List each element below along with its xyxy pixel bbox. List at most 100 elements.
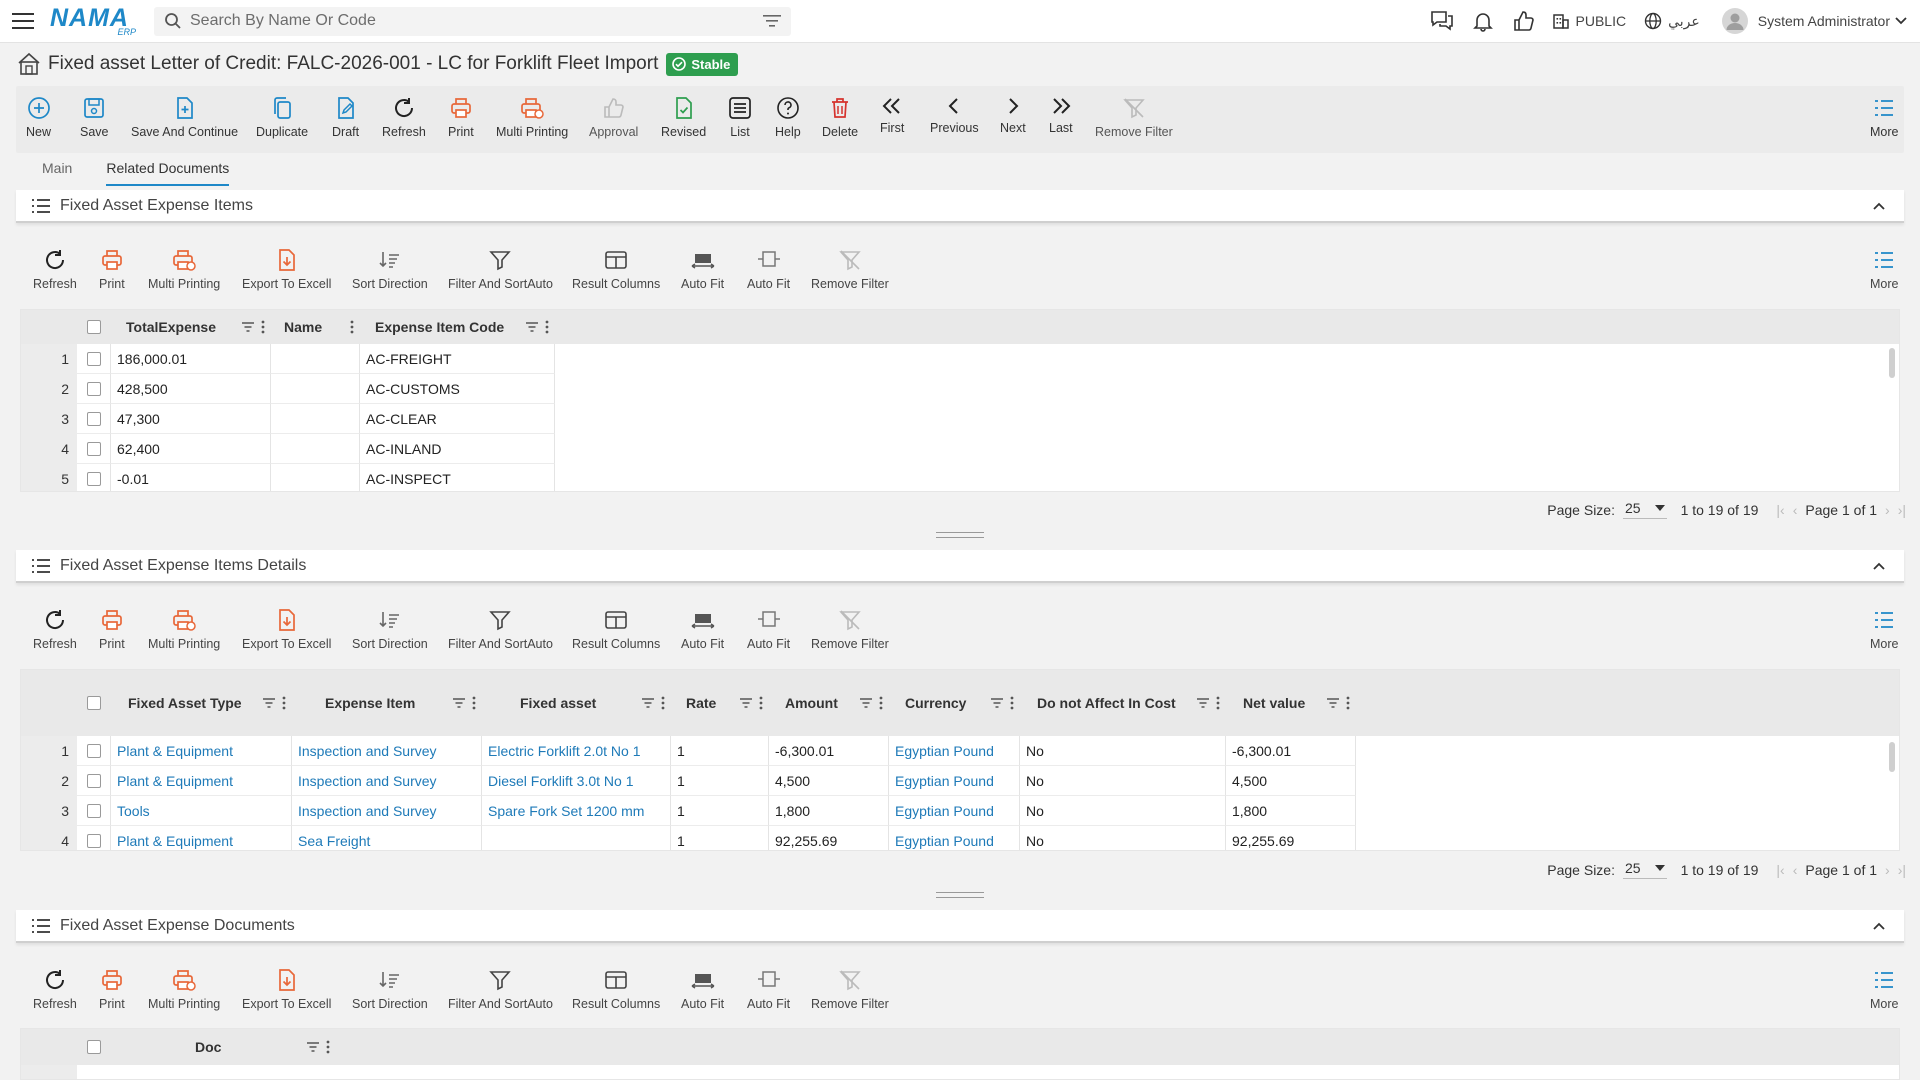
grid-autofit-button[interactable]: Auto Fit: [681, 968, 724, 1011]
table-row[interactable]: 4 Plant & Equipment Sea Freight 1 92,255…: [21, 826, 1899, 850]
list-button[interactable]: List: [728, 96, 752, 139]
last-page-icon[interactable]: ›|: [1898, 502, 1906, 518]
cell-expense-item[interactable]: Inspection and Survey: [292, 796, 482, 826]
section-expense-documents-header[interactable]: Fixed Asset Expense Documents: [16, 910, 1904, 943]
first-page-icon[interactable]: |‹: [1776, 862, 1784, 878]
grid-sort-button[interactable]: Sort Direction: [352, 968, 428, 1011]
cell-net-value[interactable]: 92,255.69: [1226, 826, 1356, 850]
row-checkbox[interactable]: [86, 803, 101, 818]
page-size-select[interactable]: 25: [1622, 500, 1667, 519]
grid-autofit-columns-button[interactable]: Auto Fit: [747, 248, 790, 291]
row-checkbox[interactable]: [86, 381, 101, 396]
cell-net-value[interactable]: -6,300.01: [1226, 736, 1356, 766]
logo[interactable]: NAMA ERP: [50, 5, 136, 37]
page-size-select[interactable]: 25: [1622, 860, 1667, 879]
cell-fixed-asset[interactable]: Electric Forklift 2.0t No 1: [482, 736, 671, 766]
filter-icon[interactable]: [641, 697, 655, 709]
cell-totalexpense[interactable]: 428,500: [111, 374, 271, 404]
grid-filter-button[interactable]: Filter And SortAuto: [448, 968, 553, 1011]
cell-currency[interactable]: Egyptian Pound: [889, 796, 1020, 826]
cell-do-not-affect-in-cost[interactable]: No: [1020, 826, 1226, 850]
print-button[interactable]: Print: [448, 96, 474, 139]
cell-totalexpense[interactable]: 186,000.01: [111, 344, 271, 374]
company-selector[interactable]: PUBLIC: [1552, 12, 1626, 30]
select-all-checkbox[interactable]: [87, 696, 101, 710]
cell-fixed-asset[interactable]: [482, 826, 671, 850]
revised-button[interactable]: Revised: [661, 96, 706, 139]
column-header-currency[interactable]: Currency: [889, 670, 1020, 736]
cell-name[interactable]: [271, 374, 360, 404]
cell-amount[interactable]: 4,500: [769, 766, 889, 796]
kebab-menu-icon[interactable]: [261, 320, 265, 334]
save-continue-button[interactable]: Save And Continue: [131, 96, 238, 139]
cell-rate[interactable]: 1: [671, 736, 769, 766]
grid-multi-printing-button[interactable]: Multi Printing: [148, 248, 220, 291]
cell-name[interactable]: [271, 404, 360, 434]
grid-columns-button[interactable]: Result Columns: [572, 608, 660, 651]
cell-fixed-asset[interactable]: Diesel Forklift 3.0t No 1: [482, 766, 671, 796]
filter-icon[interactable]: [262, 697, 276, 709]
grid-multi-printing-button[interactable]: Multi Printing: [148, 968, 220, 1011]
column-header-doc[interactable]: Doc: [111, 1029, 336, 1065]
kebab-menu-icon[interactable]: [326, 1040, 330, 1054]
cell-do-not-affect-in-cost[interactable]: No: [1020, 796, 1226, 826]
grid-refresh-button[interactable]: Refresh: [33, 968, 77, 1011]
kebab-menu-icon[interactable]: [759, 696, 763, 710]
more-button[interactable]: More: [1870, 96, 1898, 139]
cell-fixed-asset[interactable]: Spare Fork Set 1200 mm: [482, 796, 671, 826]
kebab-menu-icon[interactable]: [350, 320, 354, 334]
cell-amount[interactable]: -6,300.01: [769, 736, 889, 766]
chat-icon[interactable]: [1430, 10, 1454, 32]
approval-button[interactable]: Approval: [589, 96, 638, 139]
section-expense-items-details-header[interactable]: Fixed Asset Expense Items Details: [16, 550, 1904, 583]
next-button[interactable]: Next: [1000, 96, 1026, 135]
previous-button[interactable]: Previous: [930, 96, 979, 135]
column-header-amount[interactable]: Amount: [769, 670, 889, 736]
cell-name[interactable]: [271, 344, 360, 374]
table-row[interactable]: 3 47,300 AC-CLEAR: [21, 404, 1899, 434]
grid-remove-filter-button[interactable]: Remove Filter: [811, 968, 889, 1011]
grid-sort-button[interactable]: Sort Direction: [352, 248, 428, 291]
row-checkbox[interactable]: [86, 471, 101, 486]
row-checkbox[interactable]: [86, 833, 101, 848]
grid-more-button[interactable]: More: [1870, 968, 1898, 1011]
grid-print-button[interactable]: Print: [99, 968, 125, 1011]
row-checkbox[interactable]: [86, 351, 101, 366]
table-row[interactable]: 3 Tools Inspection and Survey Spare Fork…: [21, 796, 1899, 826]
search-input[interactable]: [190, 12, 763, 30]
table-row[interactable]: 1 186,000.01 AC-FREIGHT: [21, 344, 1899, 374]
kebab-menu-icon[interactable]: [1216, 696, 1220, 710]
filter-icon[interactable]: [990, 697, 1004, 709]
chevron-up-icon[interactable]: [1872, 561, 1886, 571]
chevron-up-icon[interactable]: [1872, 921, 1886, 931]
user-menu[interactable]: System Administrator: [1721, 8, 1908, 34]
grid-print-button[interactable]: Print: [99, 608, 125, 651]
grid-export-button[interactable]: Export To Excell: [242, 608, 331, 651]
grid-export-button[interactable]: Export To Excell: [242, 968, 331, 1011]
column-header-do-not-affect-in-cost[interactable]: Do not Affect In Cost: [1020, 670, 1226, 736]
scrollbar-thumb[interactable]: [1889, 742, 1895, 772]
table-row[interactable]: 4 62,400 AC-INLAND: [21, 434, 1899, 464]
tab-related-documents[interactable]: Related Documents: [106, 160, 230, 186]
filter-icon[interactable]: [452, 697, 466, 709]
grid-print-button[interactable]: Print: [99, 248, 125, 291]
filter-icon[interactable]: [241, 321, 255, 333]
cell-amount[interactable]: 92,255.69: [769, 826, 889, 850]
cell-fixed-asset-type[interactable]: Plant & Equipment: [111, 826, 292, 850]
refresh-button[interactable]: Refresh: [382, 96, 426, 139]
next-page-icon[interactable]: ›: [1885, 502, 1890, 518]
tab-main[interactable]: Main: [42, 160, 72, 186]
cell-fixed-asset-type[interactable]: Plant & Equipment: [111, 736, 292, 766]
kebab-menu-icon[interactable]: [545, 320, 549, 334]
row-checkbox[interactable]: [86, 411, 101, 426]
last-button[interactable]: Last: [1049, 96, 1073, 135]
cell-name[interactable]: [271, 464, 360, 491]
search-filter-icon[interactable]: [763, 14, 781, 28]
cell-expense-item[interactable]: Inspection and Survey: [292, 766, 482, 796]
grid-autofit-columns-button[interactable]: Auto Fit: [747, 968, 790, 1011]
multi-printing-button[interactable]: Multi Printing: [496, 96, 568, 139]
filter-icon[interactable]: [1196, 697, 1210, 709]
thumbs-up-icon[interactable]: [1512, 10, 1534, 32]
grid-columns-button[interactable]: Result Columns: [572, 968, 660, 1011]
cell-rate[interactable]: 1: [671, 796, 769, 826]
